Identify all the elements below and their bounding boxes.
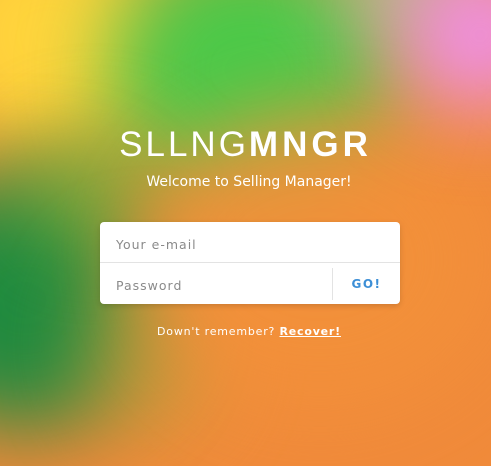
password-field[interactable] bbox=[114, 273, 330, 297]
logo-light-text: SLLNG bbox=[119, 125, 249, 164]
recover-line: Down't remember? Recover! bbox=[0, 325, 491, 338]
welcome-subtitle: Welcome to Selling Manager! bbox=[146, 174, 352, 190]
logo-bold-text: MNGR bbox=[248, 125, 372, 164]
email-field[interactable] bbox=[114, 232, 390, 256]
app-logo: SLLNGMNGR bbox=[0, 124, 491, 166]
go-button[interactable]: GO! bbox=[333, 263, 400, 304]
login-form: GO! bbox=[100, 222, 400, 304]
recover-prompt: Down't remember? bbox=[157, 325, 280, 338]
background-blob-pink bbox=[400, 0, 491, 110]
recover-link[interactable]: Recover! bbox=[279, 325, 340, 338]
